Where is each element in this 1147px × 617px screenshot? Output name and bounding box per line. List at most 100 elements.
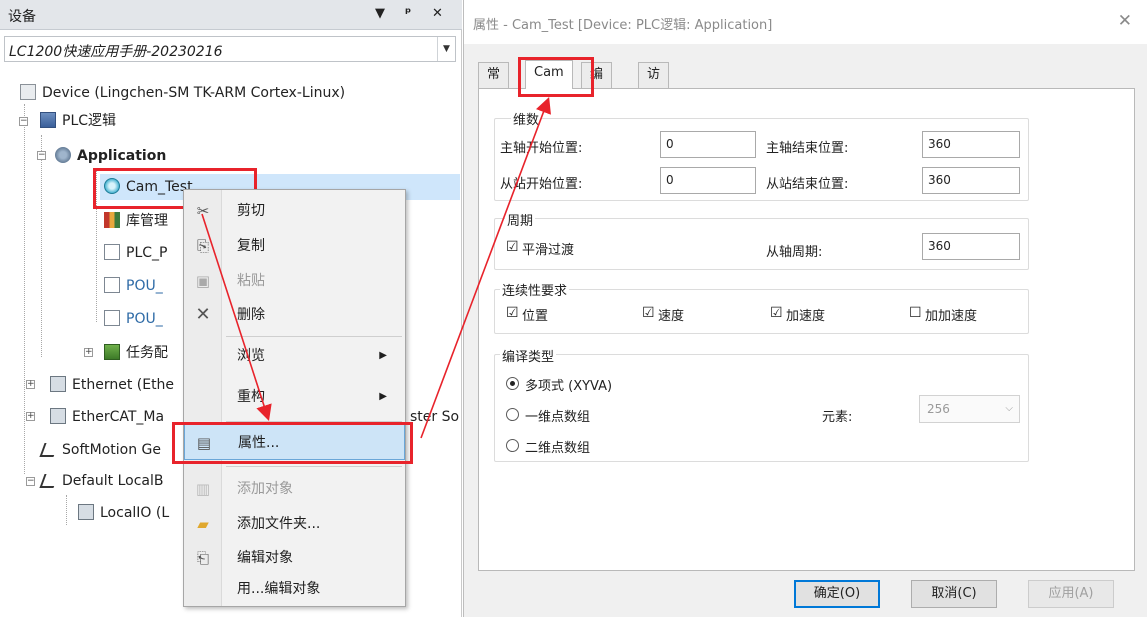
tree-item-localio[interactable]: LocalIO (L bbox=[78, 500, 169, 526]
expand-icon[interactable]: + bbox=[26, 380, 35, 389]
collapse-icon[interactable]: − bbox=[26, 477, 35, 486]
io-module-icon bbox=[78, 504, 94, 520]
application-icon bbox=[55, 147, 71, 163]
tree-item-plc-logic[interactable]: PLC逻辑 bbox=[40, 108, 116, 134]
tab-compile[interactable]: 编译 bbox=[581, 62, 613, 106]
panel-title: 设备 bbox=[8, 9, 36, 25]
delete-icon: ✕ bbox=[195, 304, 211, 325]
tree-item-library-manager[interactable]: 库管理 bbox=[104, 208, 168, 234]
submenu-arrow-icon: ▶ bbox=[379, 350, 387, 361]
dialog-title: 属性 - Cam_Test [Device: PLC逻辑: Applicatio… bbox=[473, 18, 773, 33]
folder-icon: ▰ bbox=[197, 515, 209, 533]
menu-item-edit-object-with[interactable]: 用...编辑对象 bbox=[184, 571, 405, 607]
menu-item-cut[interactable]: ✂ 剪切 bbox=[184, 193, 405, 229]
expand-icon[interactable]: + bbox=[84, 348, 93, 357]
device-icon bbox=[20, 84, 36, 100]
expand-icon[interactable]: + bbox=[26, 412, 35, 421]
slave-end-input[interactable]: 360 bbox=[922, 167, 1020, 194]
smooth-checkbox[interactable]: ☑ bbox=[506, 239, 519, 255]
menu-item-paste: ▣ 粘贴 bbox=[195, 272, 265, 290]
slave-period-input[interactable]: 360 bbox=[922, 233, 1020, 260]
menu-item-browse[interactable]: 浏览 ▶ bbox=[184, 338, 405, 374]
plc-logic-icon bbox=[40, 112, 56, 128]
tree-line bbox=[41, 135, 42, 357]
chevron-down-icon: ⌵ bbox=[1005, 403, 1013, 414]
slave-start-input[interactable]: 0 bbox=[660, 167, 756, 194]
tree-item-task-config[interactable]: 任务配 bbox=[104, 340, 168, 366]
tree-item-default-local[interactable]: Default LocalB bbox=[39, 468, 164, 494]
library-icon bbox=[104, 212, 120, 228]
position-label: 位置 bbox=[522, 309, 549, 324]
master-end-input[interactable]: 360 bbox=[922, 131, 1020, 158]
edit-object-icon: ⎗ bbox=[196, 549, 209, 567]
menu-item-refactor[interactable]: 重构 ▶ bbox=[184, 379, 405, 415]
chevron-down-icon[interactable]: ▼ bbox=[437, 37, 455, 61]
tree-item-ethernet[interactable]: Ethernet (Ethe bbox=[50, 372, 174, 398]
ethercat-icon bbox=[50, 408, 66, 424]
element-label: 元素: bbox=[822, 410, 853, 425]
master-end-label: 主轴结束位置: bbox=[766, 141, 849, 156]
polynomial-label: 多项式 (XYVA) bbox=[525, 379, 613, 394]
apply-button: 应用(A) bbox=[1028, 580, 1114, 608]
panel-header: 设备 ▼ ᵖ ✕ bbox=[0, 0, 462, 30]
position-checkbox[interactable]: ☑ bbox=[506, 305, 519, 321]
1d-array-label: 一维点数组 bbox=[525, 410, 591, 425]
tree-item-plc-prg[interactable]: PLC_P bbox=[104, 240, 167, 266]
collapse-icon[interactable]: − bbox=[37, 151, 46, 160]
jerk-label: 加加速度 bbox=[925, 309, 978, 324]
tab-access-control[interactable]: 访问控制 bbox=[638, 62, 670, 154]
tab-general[interactable]: 常规 bbox=[478, 62, 510, 106]
context-menu: ✂ 剪切 ⎘ 复制 ▣ 粘贴 ✕ 删除 浏览 ▶ 重构 ▶ ▤ 属性... ▥ … bbox=[183, 189, 406, 607]
radio-2d-array[interactable] bbox=[506, 439, 519, 452]
tree-item-ethercat[interactable]: EtherCAT_Ma bbox=[50, 404, 164, 430]
axis-icon bbox=[39, 474, 59, 488]
tab-cam[interactable]: Cam bbox=[525, 60, 573, 89]
panel-menu-dropdown-icon[interactable]: ▼ bbox=[375, 5, 385, 23]
tree-item-softmotion[interactable]: SoftMotion Ge bbox=[39, 437, 161, 463]
tree-line bbox=[96, 170, 97, 322]
velocity-checkbox[interactable]: ☑ bbox=[642, 305, 655, 321]
group-period-label: 周期 bbox=[505, 210, 536, 229]
collapse-icon[interactable]: − bbox=[19, 117, 28, 126]
radio-polynomial[interactable] bbox=[506, 377, 519, 390]
task-config-icon bbox=[104, 344, 120, 360]
master-start-label: 主轴开始位置: bbox=[500, 141, 583, 156]
menu-separator bbox=[226, 421, 402, 422]
pou-icon bbox=[104, 310, 120, 326]
acceleration-checkbox[interactable]: ☑ bbox=[770, 305, 783, 321]
menu-separator bbox=[226, 336, 402, 337]
radio-1d-array[interactable] bbox=[506, 408, 519, 421]
menu-separator bbox=[226, 466, 402, 467]
group-dimension-label: 维数 bbox=[511, 109, 542, 128]
project-combo[interactable]: LC1200快速应用手册-20230216 ▼ bbox=[4, 36, 456, 62]
menu-item-add-folder[interactable]: ▰ 添加文件夹... bbox=[184, 506, 405, 542]
pou-icon bbox=[104, 244, 120, 260]
menu-item-copy[interactable]: ⎘ 复制 bbox=[184, 228, 405, 264]
dialog-titlebar: 属性 - Cam_Test [Device: PLC逻辑: Applicatio… bbox=[464, 0, 1147, 44]
tree-item-device[interactable]: Device (Lingchen-SM TK-ARM Cortex-Linux) bbox=[20, 80, 345, 106]
tree-item-pou-1[interactable]: POU_ bbox=[104, 273, 163, 299]
slave-end-label: 从站结束位置: bbox=[766, 177, 849, 192]
add-object-icon: ▥ bbox=[195, 480, 211, 498]
axis-icon bbox=[39, 443, 59, 457]
acceleration-label: 加速度 bbox=[786, 309, 826, 324]
2d-array-label: 二维点数组 bbox=[525, 441, 591, 456]
tree-line bbox=[24, 104, 25, 474]
submenu-arrow-icon: ▶ bbox=[379, 391, 387, 402]
scissors-icon: ✂ bbox=[196, 202, 210, 220]
panel-close-icon[interactable]: ✕ bbox=[432, 5, 443, 23]
jerk-checkbox[interactable]: ☐ bbox=[909, 305, 922, 321]
ok-button[interactable]: 确定(O) bbox=[794, 580, 880, 608]
ethercat-label-tail: ster So bbox=[410, 409, 460, 425]
menu-item-delete[interactable]: ✕ 删除 bbox=[184, 297, 405, 333]
master-start-input[interactable]: 0 bbox=[660, 131, 756, 158]
ethernet-icon bbox=[50, 376, 66, 392]
slave-start-label: 从站开始位置: bbox=[500, 177, 583, 192]
cancel-button[interactable]: 取消(C) bbox=[911, 580, 997, 608]
tree-item-pou-2[interactable]: POU_ bbox=[104, 306, 163, 332]
close-icon[interactable]: ✕ bbox=[1118, 11, 1132, 31]
tree-item-application[interactable]: Application bbox=[55, 143, 166, 169]
menu-item-properties[interactable]: ▤ 属性... bbox=[184, 424, 405, 460]
smooth-label: 平滑过渡 bbox=[522, 243, 575, 258]
pin-icon[interactable]: ᵖ bbox=[405, 5, 411, 23]
